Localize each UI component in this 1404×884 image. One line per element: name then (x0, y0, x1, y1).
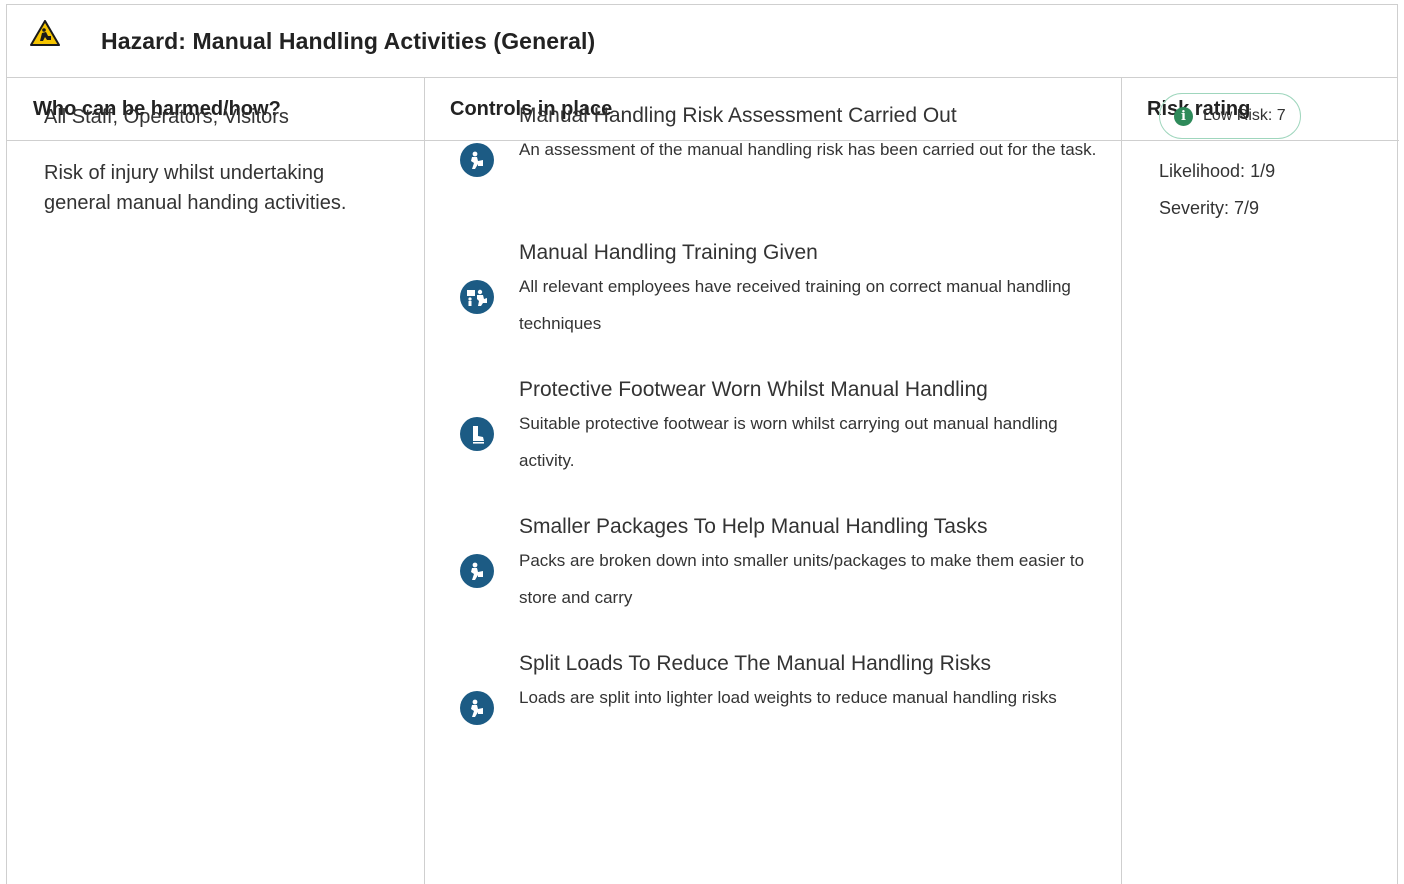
who-cell: All Staff, Operators, Visitors Risk of i… (44, 102, 384, 218)
control-item: Manual Handling Training Given All relev… (457, 238, 1097, 375)
who-people: All Staff, Operators, Visitors (44, 106, 289, 128)
control-title: Protective Footwear Worn Whilst Manual H… (519, 378, 988, 401)
control-item: Smaller Packages To Help Manual Handling… (457, 512, 1097, 649)
risk-severity: Severity: 7/9 (1159, 198, 1260, 218)
control-description: Suitable protective footwear is worn whi… (519, 414, 1058, 470)
manual-handling-icon (460, 143, 494, 177)
hazard-card: Hazard: Manual Handling Activities (Gene… (6, 4, 1399, 884)
safety-boot-icon (460, 417, 494, 451)
control-item: Manual Handling Risk Assessment Carried … (457, 101, 1097, 238)
hazard-title: Hazard: Manual Handling Activities (Gene… (101, 27, 596, 54)
training-icon (460, 280, 494, 314)
control-description: Loads are split into lighter load weight… (519, 688, 1057, 707)
controls-list: Manual Handling Risk Assessment Carried … (457, 101, 1097, 786)
control-title: Manual Handling Risk Assessment Carried … (519, 104, 957, 127)
manual-handling-icon (460, 691, 494, 725)
control-description: An assessment of the manual handling ris… (519, 140, 1097, 159)
control-title: Smaller Packages To Help Manual Handling… (519, 515, 988, 538)
manual-handling-icon (460, 554, 494, 588)
risk-badge-label: Low Risk: 7 (1203, 107, 1286, 124)
control-title: Split Loads To Reduce The Manual Handlin… (519, 652, 991, 675)
control-description: Packs are broken down into smaller units… (519, 551, 1085, 607)
column-divider (424, 78, 425, 884)
column-divider (1121, 78, 1122, 884)
hazard-header: Hazard: Manual Handling Activities (Gene… (7, 5, 1397, 78)
risk-badge[interactable]: i Low Risk: 7 (1159, 93, 1301, 139)
control-description: All relevant employees have received tra… (519, 277, 1071, 333)
info-icon: i (1174, 106, 1193, 126)
control-item: Split Loads To Reduce The Manual Handlin… (457, 649, 1097, 786)
who-how: Risk of injury whilst undertaking genera… (44, 162, 347, 214)
control-title: Manual Handling Training Given (519, 241, 818, 264)
manual-handling-warning-icon (30, 20, 60, 46)
risk-likelihood: Likelihood: 1/9 (1159, 161, 1276, 181)
control-item: Protective Footwear Worn Whilst Manual H… (457, 375, 1097, 512)
risk-cell: i Low Risk: 7 Likelihood: 1/9 Severity: … (1159, 93, 1301, 227)
